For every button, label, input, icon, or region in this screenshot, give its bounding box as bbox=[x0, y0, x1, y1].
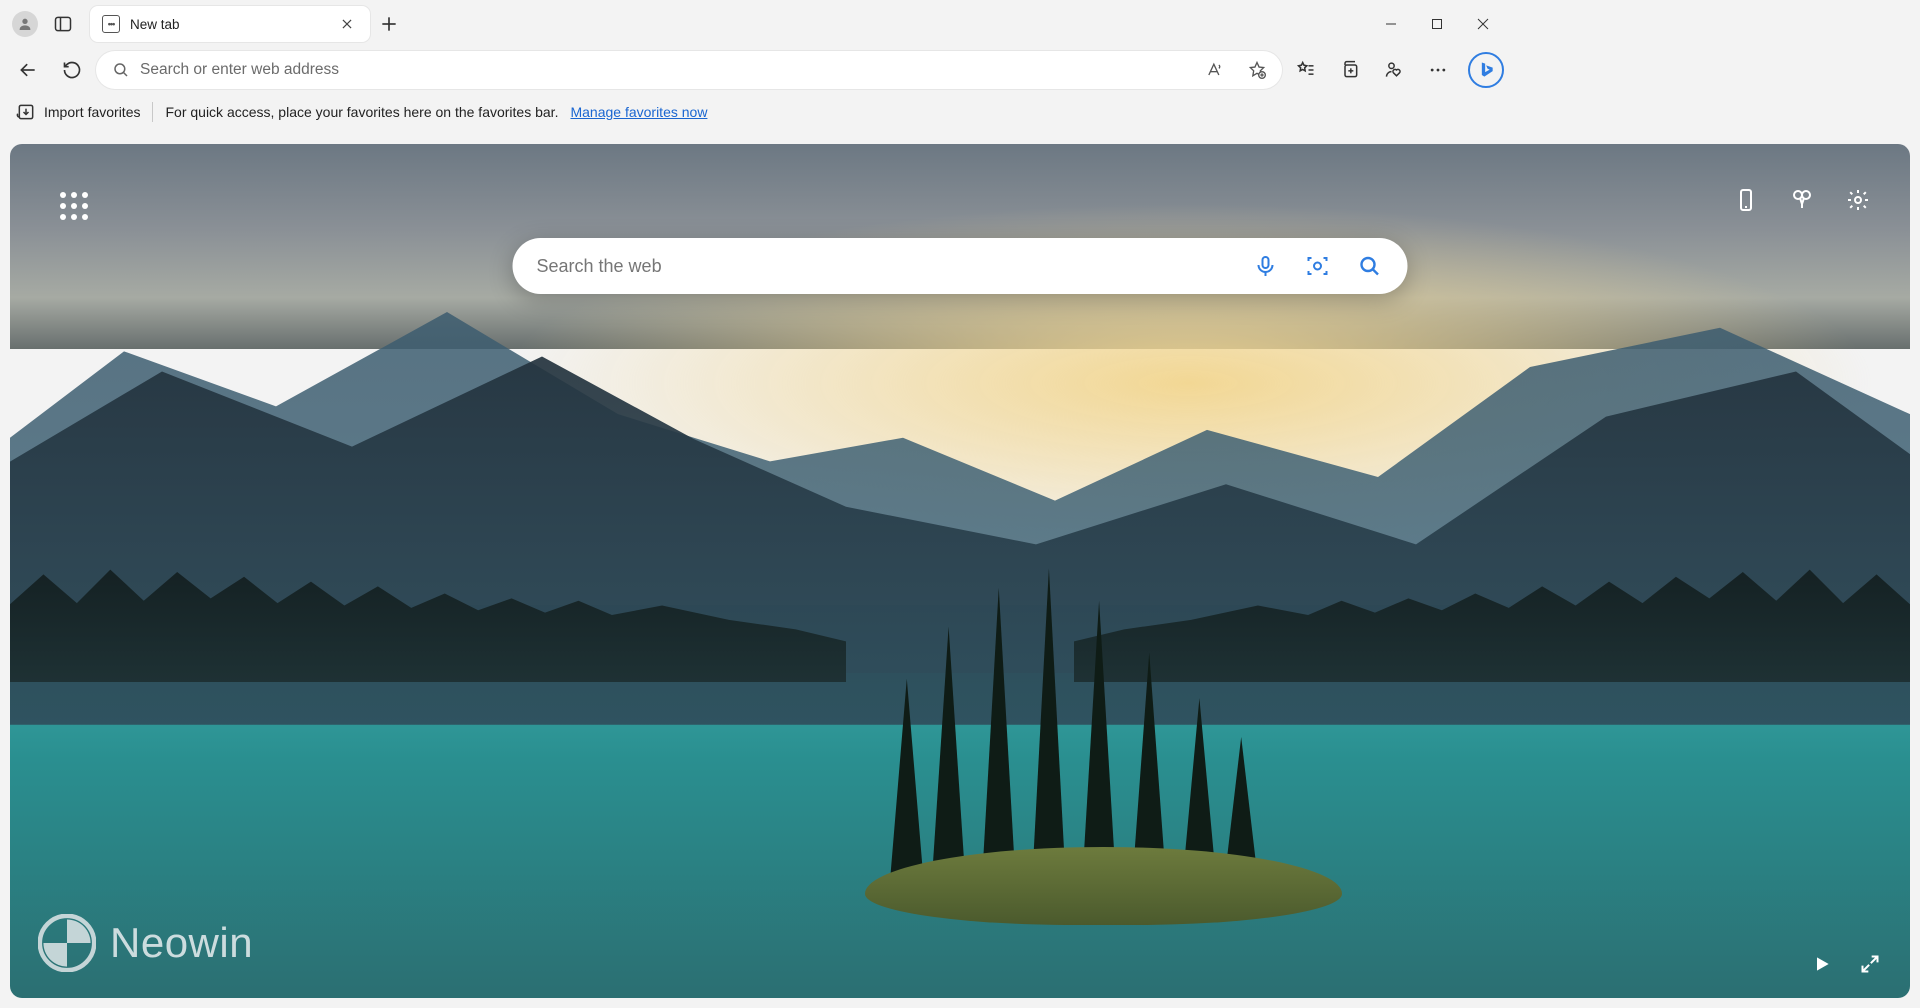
play-icon bbox=[1812, 954, 1832, 974]
collections-icon bbox=[1340, 60, 1360, 80]
search-icon bbox=[112, 61, 130, 79]
browser-tab[interactable]: ••• New tab bbox=[90, 6, 370, 42]
new-tab-page: Neowin bbox=[10, 144, 1910, 998]
app-launcher-button[interactable] bbox=[54, 186, 94, 226]
favorites-bar: Import favorites For quick access, place… bbox=[0, 92, 1512, 132]
rewards-button[interactable] bbox=[1788, 186, 1816, 214]
person-heart-icon bbox=[1384, 60, 1404, 80]
star-plus-icon bbox=[1247, 60, 1267, 80]
read-aloud-icon bbox=[1203, 60, 1223, 80]
address-bar[interactable] bbox=[96, 51, 1282, 89]
tab-close-button[interactable] bbox=[334, 11, 360, 37]
window-minimize-button[interactable] bbox=[1368, 0, 1414, 48]
watermark-text: Neowin bbox=[110, 919, 253, 967]
more-icon bbox=[1428, 60, 1448, 80]
import-favorites-label: Import favorites bbox=[44, 104, 140, 120]
refresh-button[interactable] bbox=[52, 50, 92, 90]
bing-icon bbox=[1476, 60, 1496, 80]
minimize-icon bbox=[1385, 18, 1397, 30]
divider bbox=[152, 102, 153, 122]
settings-menu-button[interactable] bbox=[1418, 50, 1458, 90]
microphone-icon bbox=[1254, 254, 1278, 278]
star-list-icon bbox=[1296, 60, 1316, 80]
window-maximize-button[interactable] bbox=[1414, 0, 1460, 48]
toolbar bbox=[0, 48, 1512, 92]
neowin-logo-icon bbox=[38, 914, 96, 972]
new-tab-button[interactable] bbox=[370, 5, 408, 43]
favorites-button[interactable] bbox=[1286, 50, 1326, 90]
tab-actions-button[interactable] bbox=[44, 5, 82, 43]
arrow-left-icon bbox=[18, 60, 38, 80]
import-favorites-button[interactable]: Import favorites bbox=[16, 102, 140, 122]
favorites-hint: For quick access, place your favorites h… bbox=[165, 104, 558, 120]
manage-favorites-link[interactable]: Manage favorites now bbox=[570, 104, 707, 120]
refresh-icon bbox=[62, 60, 82, 80]
back-button[interactable] bbox=[8, 50, 48, 90]
camera-scan-icon bbox=[1306, 254, 1330, 278]
background-island bbox=[865, 614, 1283, 939]
profile-button[interactable] bbox=[6, 5, 44, 43]
ntp-search-box[interactable] bbox=[513, 238, 1408, 294]
bing-chat-button[interactable] bbox=[1468, 52, 1504, 88]
search-icon bbox=[1358, 254, 1382, 278]
mobile-button[interactable] bbox=[1732, 186, 1760, 214]
close-icon bbox=[340, 17, 354, 31]
add-favorite-button[interactable] bbox=[1240, 53, 1274, 87]
window-close-button[interactable] bbox=[1460, 0, 1506, 48]
image-search-button[interactable] bbox=[1296, 244, 1340, 288]
play-background-button[interactable] bbox=[1808, 950, 1836, 978]
read-aloud-button[interactable] bbox=[1196, 53, 1230, 87]
close-icon bbox=[1477, 18, 1489, 30]
tab-title: New tab bbox=[130, 17, 324, 32]
person-icon bbox=[12, 11, 38, 37]
collections-button[interactable] bbox=[1330, 50, 1370, 90]
tab-favicon-icon: ••• bbox=[102, 15, 120, 33]
search-submit-button[interactable] bbox=[1348, 244, 1392, 288]
background-media-controls bbox=[1808, 950, 1884, 978]
page-settings-button[interactable] bbox=[1844, 186, 1872, 214]
gear-icon bbox=[1846, 188, 1870, 212]
plus-icon bbox=[379, 14, 399, 34]
watermark: Neowin bbox=[38, 914, 253, 972]
expand-icon bbox=[1860, 954, 1880, 974]
voice-search-button[interactable] bbox=[1244, 244, 1288, 288]
ntp-search-input[interactable] bbox=[537, 256, 1236, 277]
import-icon bbox=[16, 102, 36, 122]
title-bar: ••• New tab bbox=[0, 0, 1512, 48]
address-input[interactable] bbox=[140, 61, 1186, 79]
maximize-icon bbox=[1431, 18, 1443, 30]
ntp-toolbar bbox=[1732, 186, 1872, 214]
trophy-icon bbox=[1790, 188, 1814, 212]
phone-icon bbox=[1734, 188, 1758, 212]
expand-background-button[interactable] bbox=[1856, 950, 1884, 978]
browser-essentials-button[interactable] bbox=[1374, 50, 1414, 90]
